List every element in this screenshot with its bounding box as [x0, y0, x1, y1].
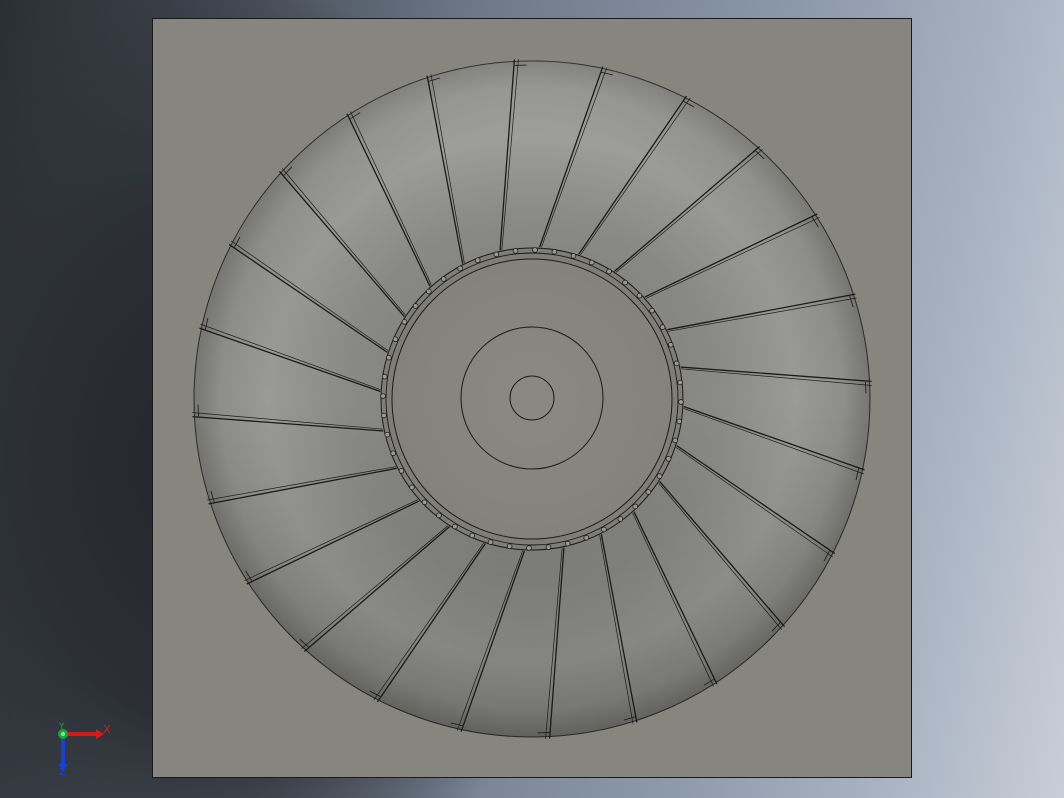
hub-bolt: [493, 251, 500, 258]
hub-bolt: [672, 437, 678, 444]
hub[interactable]: [380, 247, 684, 551]
hub-bolt: [512, 248, 519, 254]
hub-bolt: [622, 279, 628, 286]
hub-bolt: [526, 545, 532, 551]
hub-bolt: [421, 499, 428, 506]
hub-bolt: [469, 532, 476, 539]
hub-bolt: [673, 360, 680, 367]
hub-bolt: [487, 539, 494, 545]
graphics-viewport[interactable]: X Y Z: [0, 0, 1064, 798]
hub-bolt: [506, 543, 513, 550]
hub-bolt: [678, 399, 684, 405]
hub-bolt: [649, 307, 655, 314]
hub-bolt: [645, 489, 652, 495]
hub-bolt: [659, 324, 666, 330]
hub-bolt: [532, 247, 538, 253]
hub-bolt: [583, 534, 590, 541]
hub-bolt: [380, 393, 386, 399]
hub-bolt: [474, 257, 481, 264]
hub-bolt: [636, 292, 643, 299]
hub-bolt: [425, 288, 432, 295]
hub-bolt: [551, 248, 558, 255]
turbine-model[interactable]: [0, 0, 1064, 798]
hub-bolt: [667, 341, 674, 348]
hub-bolt: [632, 503, 639, 510]
hub-bolt: [457, 265, 463, 272]
triad-x-label: X: [103, 723, 111, 736]
coordinate-triad: X Y Z: [50, 720, 120, 780]
hub-bolt: [656, 473, 663, 479]
hub-bolt: [570, 253, 577, 259]
hub-bolt: [386, 354, 392, 361]
triad-y-label: Y: [59, 722, 65, 732]
hub-bolt: [606, 268, 612, 275]
hub-bolt: [440, 276, 447, 282]
hub-bolt: [436, 512, 442, 519]
hub-bolt: [665, 455, 672, 462]
hub-bolt: [412, 303, 419, 309]
hub-bolt: [601, 526, 607, 533]
hub-bolt: [617, 516, 624, 522]
hub-bolt: [384, 431, 391, 438]
hub-bolt: [452, 523, 458, 530]
hub-bolt: [676, 418, 683, 425]
hub-bolt: [564, 540, 571, 547]
hub-bolt: [390, 450, 397, 457]
hub-bolt: [381, 373, 388, 380]
hub-bolt: [398, 468, 405, 474]
hub-bolt: [409, 484, 415, 491]
hub-bolt: [677, 379, 683, 386]
triad-z-label: Z: [59, 765, 67, 778]
hub-center-bore: [509, 375, 555, 421]
hub-bolt: [381, 412, 387, 419]
hub-bolt: [588, 259, 595, 266]
hub-bolt: [545, 544, 552, 550]
hub-bolt: [401, 319, 408, 325]
hub-bolt: [392, 336, 399, 343]
